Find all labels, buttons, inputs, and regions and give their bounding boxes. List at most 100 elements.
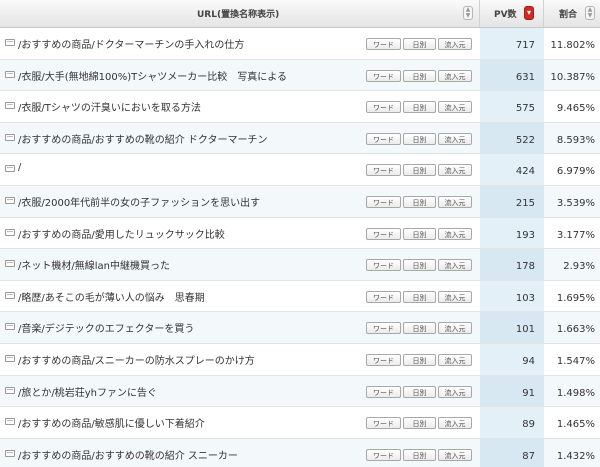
- url-link[interactable]: /おすすめの商品/おすすめの靴の紹介 ドクターマーチン: [18, 131, 268, 146]
- source-button[interactable]: 流入元: [438, 101, 472, 114]
- table-row: /おすすめの商品/おすすめの靴の紹介 ドクターマーチン ワード 日別 流入元 522 8.…: [0, 122, 600, 155]
- table-row: /略歴/あそこの毛が薄い人の悩み 思春期 ワード 日別 流入元 103 1.695%: [0, 280, 600, 313]
- source-button[interactable]: 流入元: [438, 448, 472, 461]
- source-button[interactable]: 流入元: [438, 132, 472, 145]
- page-icon: [5, 39, 15, 46]
- table-row: /おすすめの商品/ドクターマーチンの手入れの仕方 ワード 日別 流入元 717 11.80…: [0, 28, 600, 60]
- source-button[interactable]: 流入元: [438, 69, 472, 82]
- url-link[interactable]: /衣服/大手(無地綿100%)Tシャツメーカー比較 写真による: [18, 68, 287, 83]
- sort-updown-icon[interactable]: ▲ ▼: [585, 6, 595, 20]
- pct-value: 1.695%: [556, 292, 595, 304]
- url-link[interactable]: /衣服/Tシャツの汗臭いにおいを取る方法: [18, 99, 201, 114]
- source-button[interactable]: 流入元: [438, 322, 472, 335]
- table-row: /おすすめの商品/敏感肌に優しい下着紹介 ワード 日別 流入元 89 1.465%: [0, 407, 600, 439]
- pct-value: 9.465%: [556, 103, 595, 115]
- page-icon: [5, 291, 15, 299]
- page-icon: [5, 386, 15, 394]
- url-link[interactable]: /ネット機材/無線lan中継機買った: [18, 257, 170, 272]
- pct-column-title: 割合: [559, 10, 578, 20]
- source-button[interactable]: 流入元: [438, 290, 472, 303]
- word-button[interactable]: ワード: [366, 290, 401, 303]
- source-button[interactable]: 流入元: [438, 195, 472, 208]
- table-row: /旅とか/桃岩荘yhファンに告ぐ ワード 日別 流入元 91 1.498%: [0, 375, 600, 408]
- url-column-title: URL(置換名称表示): [197, 10, 280, 20]
- word-button[interactable]: ワード: [366, 353, 401, 366]
- url-link[interactable]: /おすすめの商品/ドクターマーチンの手入れの仕方: [18, 36, 244, 51]
- daily-button[interactable]: 日別: [403, 385, 436, 398]
- daily-button[interactable]: 日別: [403, 227, 436, 240]
- page-icon: [5, 449, 15, 457]
- daily-button[interactable]: 日別: [403, 448, 436, 461]
- sort-desc-icon[interactable]: ▾: [524, 6, 534, 20]
- pv-column-header[interactable]: PV数 ▾: [480, 0, 544, 27]
- daily-button[interactable]: 日別: [403, 69, 436, 82]
- word-button[interactable]: ワード: [366, 417, 401, 430]
- daily-button[interactable]: 日別: [403, 353, 436, 366]
- word-button[interactable]: ワード: [366, 385, 401, 398]
- pv-value: 631: [515, 71, 535, 83]
- pv-value: 94: [522, 355, 535, 367]
- table-row: / ワード 日別 流入元 424 6.979%: [0, 154, 600, 186]
- page-icon: [5, 70, 15, 78]
- pct-column-header[interactable]: 割合 ▲ ▼: [544, 0, 600, 27]
- page-icon: [5, 133, 15, 141]
- page-icon: [5, 260, 15, 268]
- source-button[interactable]: 流入元: [438, 259, 472, 272]
- daily-button[interactable]: 日別: [403, 195, 436, 208]
- word-button[interactable]: ワード: [366, 38, 401, 50]
- pct-value: 2.93%: [563, 261, 595, 273]
- word-button[interactable]: ワード: [366, 132, 401, 145]
- pv-value: 91: [522, 387, 535, 399]
- table-row: /おすすめの商品/スニーカーの防水スプレーのかけ方 ワード 日別 流入元 94 1.547…: [0, 343, 600, 376]
- url-link[interactable]: /衣服/2000年代前半の女の子ファッションを思い出す: [18, 194, 260, 209]
- daily-button[interactable]: 日別: [403, 164, 436, 177]
- daily-button[interactable]: 日別: [403, 38, 436, 50]
- daily-button[interactable]: 日別: [403, 322, 436, 335]
- url-link[interactable]: /旅とか/桃岩荘yhファンに告ぐ: [18, 384, 157, 399]
- word-button[interactable]: ワード: [366, 69, 401, 82]
- word-button[interactable]: ワード: [366, 322, 401, 335]
- url-link[interactable]: /おすすめの商品/おすすめの靴の紹介 スニーカー: [18, 447, 238, 462]
- word-button[interactable]: ワード: [366, 195, 401, 208]
- daily-button[interactable]: 日別: [403, 417, 436, 430]
- source-button[interactable]: 流入元: [438, 164, 472, 177]
- pct-value: 3.539%: [556, 197, 595, 209]
- url-link[interactable]: /おすすめの商品/スニーカーの防水スプレーのかけ方: [18, 352, 255, 367]
- word-button[interactable]: ワード: [366, 448, 401, 461]
- daily-button[interactable]: 日別: [403, 290, 436, 303]
- page-icon: [5, 323, 15, 331]
- table-row: /衣服/大手(無地綿100%)Tシャツメーカー比較 写真による ワード 日別 流入元 6…: [0, 59, 600, 92]
- table-row: /衣服/Tシャツの汗臭いにおいを取る方法 ワード 日別 流入元 575 9.465%: [0, 91, 600, 123]
- pct-value: 8.593%: [556, 134, 595, 146]
- sort-updown-icon[interactable]: ▲ ▼: [463, 6, 473, 20]
- daily-button[interactable]: 日別: [403, 101, 436, 114]
- source-button[interactable]: 流入元: [438, 38, 472, 50]
- page-icon: [5, 102, 15, 110]
- source-button[interactable]: 流入元: [438, 353, 472, 366]
- source-button[interactable]: 流入元: [438, 385, 472, 398]
- url-link[interactable]: /おすすめの商品/敏感肌に優しい下着紹介: [18, 415, 205, 430]
- page-icon: [5, 418, 15, 426]
- url-link[interactable]: /音楽/デジテックのエフェクターを買う: [18, 320, 194, 335]
- pv-value: 193: [515, 229, 535, 241]
- pct-value: 1.465%: [556, 419, 595, 431]
- pv-value: 522: [515, 134, 535, 146]
- url-link[interactable]: /略歴/あそこの毛が薄い人の悩み 思春期: [18, 289, 205, 304]
- table-row: /おすすめの商品/おすすめの靴の紹介 スニーカー ワード 日別 流入元 87 1.432%: [0, 438, 600, 467]
- word-button[interactable]: ワード: [366, 259, 401, 272]
- word-button[interactable]: ワード: [366, 227, 401, 240]
- word-button[interactable]: ワード: [366, 164, 401, 177]
- source-button[interactable]: 流入元: [438, 417, 472, 430]
- daily-button[interactable]: 日別: [403, 132, 436, 145]
- pv-value: 103: [515, 292, 535, 304]
- page-icon: [5, 228, 15, 236]
- table-row: /おすすめの商品/愛用したリュックサック比較 ワード 日別 流入元 193 3.177%: [0, 217, 600, 250]
- source-button[interactable]: 流入元: [438, 227, 472, 240]
- pv-value: 101: [515, 324, 535, 336]
- url-link[interactable]: /おすすめの商品/愛用したリュックサック比較: [18, 226, 225, 241]
- url-column-header[interactable]: URL(置換名称表示) ▲ ▼: [0, 0, 480, 27]
- daily-button[interactable]: 日別: [403, 259, 436, 272]
- url-link[interactable]: /: [18, 162, 21, 173]
- pv-value: 717: [515, 40, 535, 51]
- word-button[interactable]: ワード: [366, 101, 401, 114]
